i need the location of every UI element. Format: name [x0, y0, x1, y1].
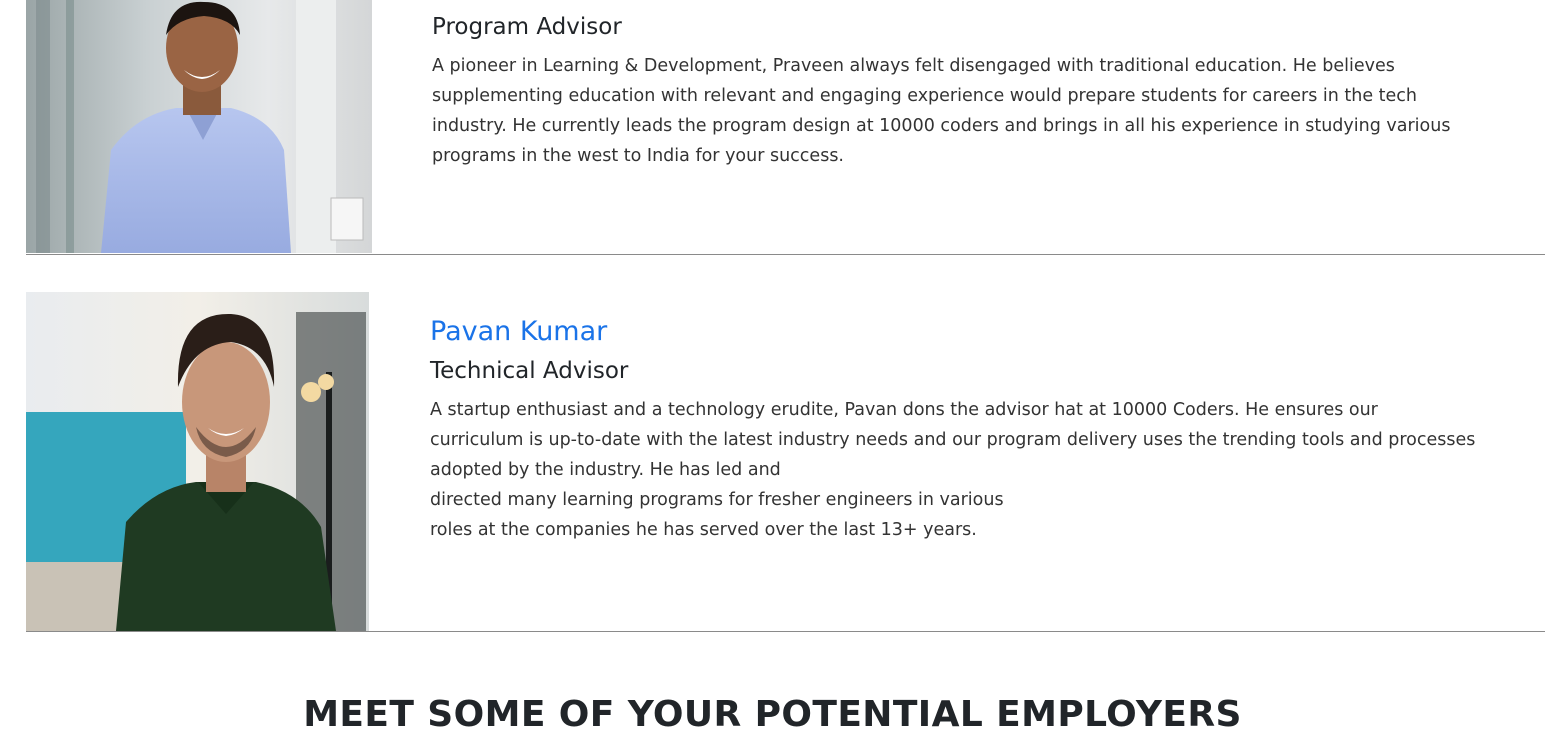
bio-line: programs in the west to India for your s…: [432, 145, 844, 166]
bio-line: roles at the companies he has served ove…: [430, 519, 977, 540]
bio-line: adopted by the industry. He has led and: [430, 459, 781, 480]
advisor-role: Program Advisor: [432, 14, 622, 40]
advisor-2-portrait-image: [26, 292, 369, 631]
advisor-bio: A startup enthusiast and a technology er…: [430, 395, 1510, 545]
advisor-card: Program Advisor A pioneer in Learning & …: [26, 0, 1545, 255]
bio-line: A pioneer in Learning & Development, Pra…: [432, 55, 1395, 76]
advisor-info: Pavan Kumar Technical Advisor A startup …: [430, 316, 1510, 545]
bio-line: A startup enthusiast and a technology er…: [430, 399, 1378, 420]
advisor-card: Pavan Kumar Technical Advisor A startup …: [26, 292, 1545, 632]
advisor-1-portrait-image: [26, 0, 372, 253]
bio-line: industry. He currently leads the program…: [432, 115, 1451, 136]
advisor-bio: A pioneer in Learning & Development, Pra…: [432, 51, 1512, 171]
bio-line: supplementing education with relevant an…: [432, 85, 1418, 106]
bio-line: directed many learning programs for fres…: [430, 489, 1004, 510]
employers-section-title: MEET SOME OF YOUR POTENTIAL EMPLOYERS: [303, 694, 1242, 733]
bio-line: curriculum is up-to-date with the latest…: [430, 429, 1476, 450]
advisor-photo: [26, 292, 369, 631]
advisor-role: Technical Advisor: [430, 358, 629, 385]
advisor-name-link[interactable]: Pavan Kumar: [430, 316, 1510, 348]
advisor-info: Program Advisor A pioneer in Learning & …: [432, 14, 1512, 171]
page: Program Advisor A pioneer in Learning & …: [0, 0, 1545, 733]
advisor-photo: [26, 0, 372, 253]
